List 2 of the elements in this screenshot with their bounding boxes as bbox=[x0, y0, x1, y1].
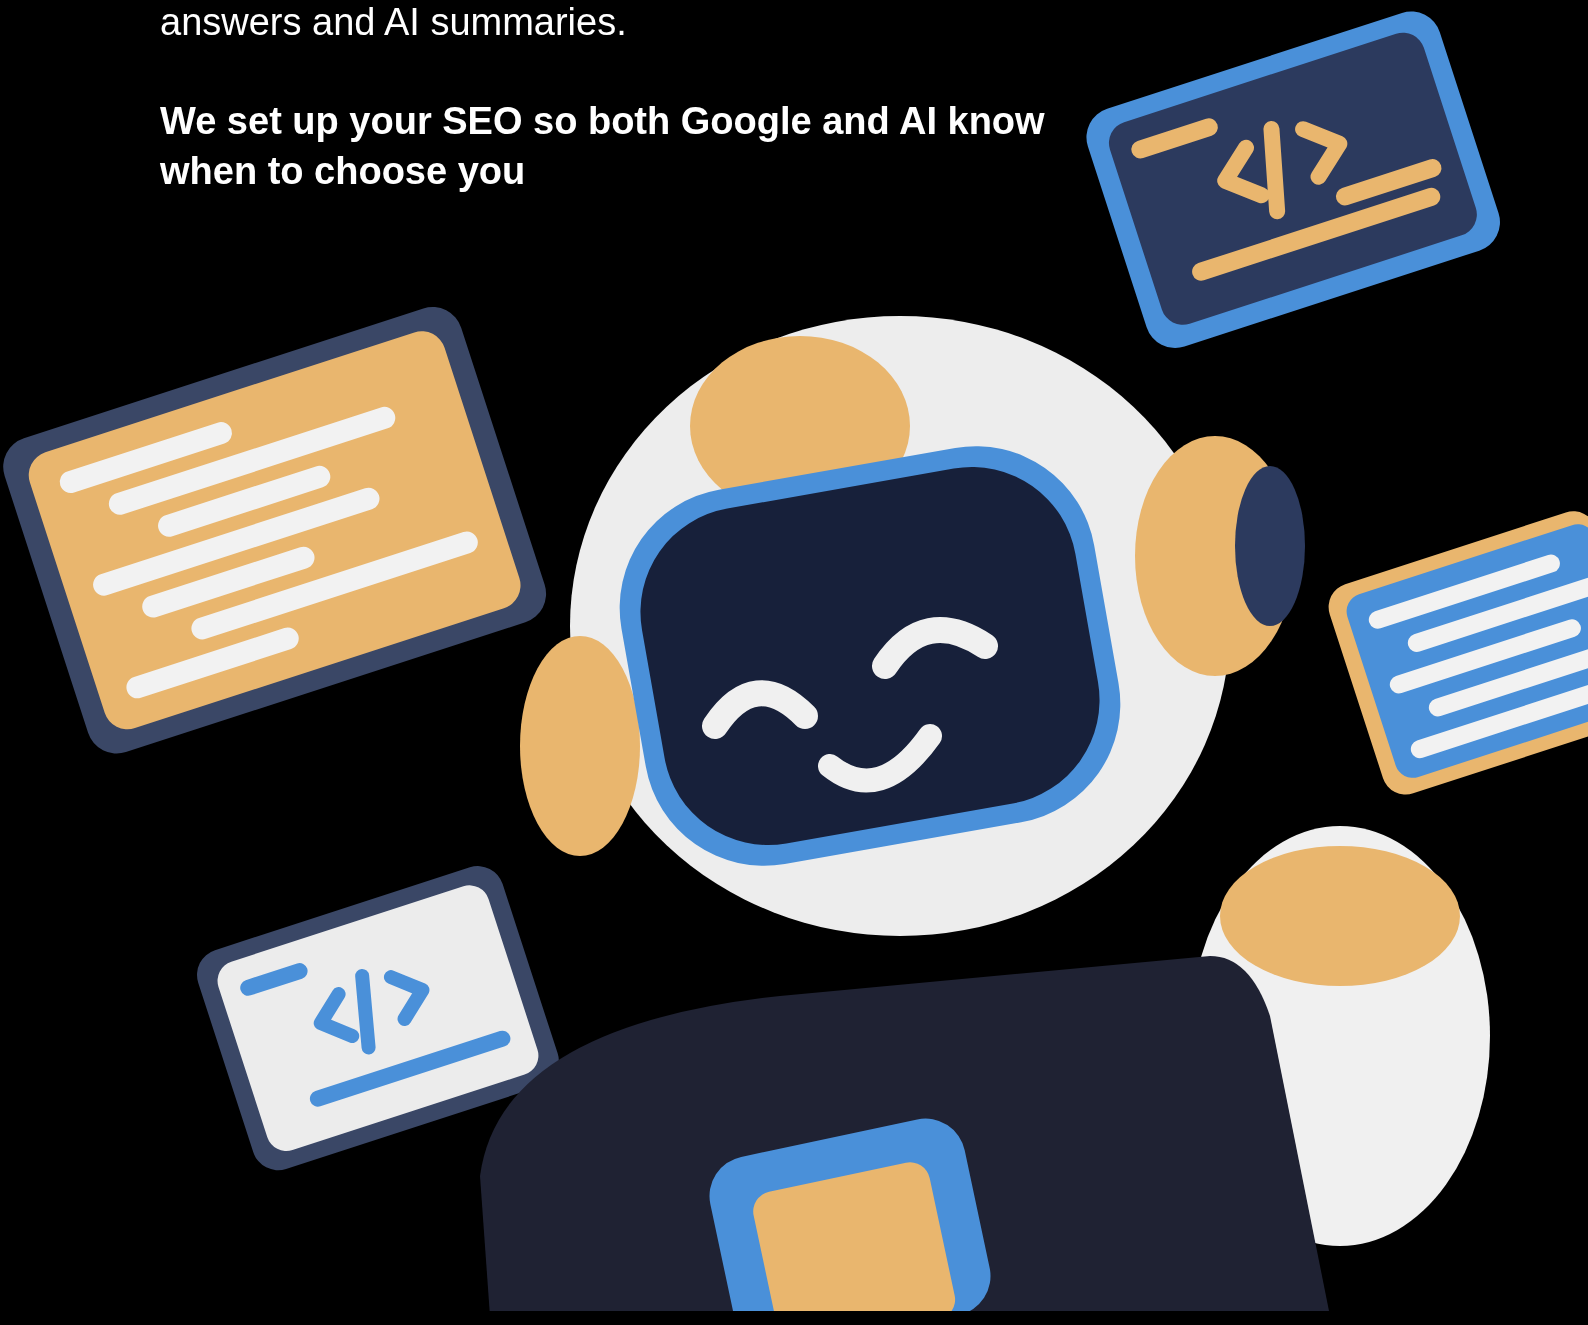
headline: We set up your SEO so both Google and AI know when to choose you bbox=[160, 99, 1046, 194]
intro-text: answers and AI summaries. bbox=[160, 0, 628, 44]
